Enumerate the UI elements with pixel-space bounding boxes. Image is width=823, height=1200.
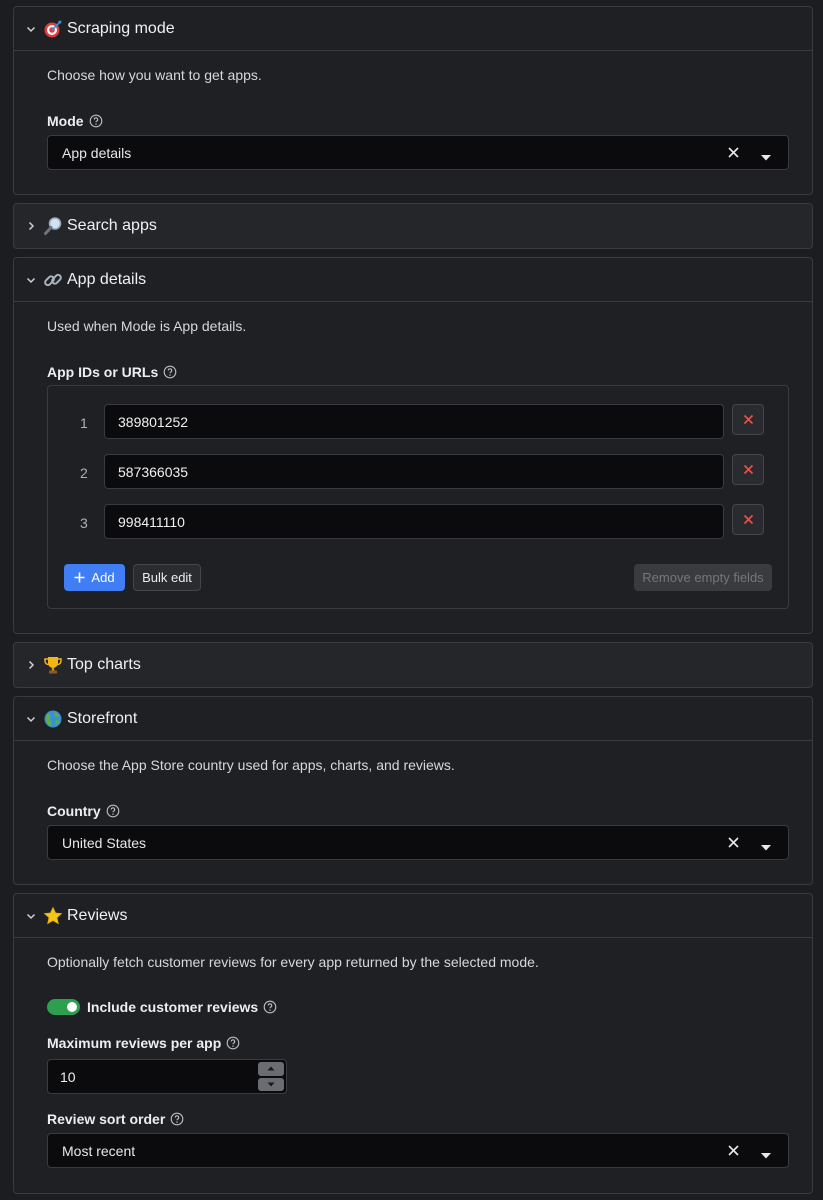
section-header-app-details[interactable]: App details xyxy=(14,258,812,302)
app-id-input[interactable]: 998411110 xyxy=(104,504,724,539)
app-id-input[interactable]: 587366035 xyxy=(104,454,724,489)
chevron-down-icon xyxy=(24,22,38,36)
link-icon xyxy=(42,270,64,290)
chevron-right-icon xyxy=(24,658,38,672)
row-number: 1 xyxy=(80,415,88,431)
chevron-down-icon xyxy=(24,712,38,726)
sort-order-label-text: Review sort order xyxy=(47,1111,166,1127)
chevron-down-icon xyxy=(24,909,38,923)
chevron-down-icon xyxy=(24,273,38,287)
max-reviews-input[interactable]: 10 xyxy=(47,1059,287,1094)
section-header-scraping-mode[interactable]: Scraping mode xyxy=(14,7,812,51)
section-top-charts: Top charts xyxy=(13,642,813,688)
caret-down-icon[interactable] xyxy=(760,839,772,851)
help-icon[interactable] xyxy=(226,1036,240,1050)
chevron-right-icon xyxy=(24,219,38,233)
section-title: App details xyxy=(67,270,147,288)
app-id-value: 587366035 xyxy=(118,463,189,480)
trophy-icon xyxy=(42,655,64,675)
max-reviews-label: Maximum reviews per app xyxy=(47,1035,240,1051)
section-reviews: Reviews Optionally fetch customer review… xyxy=(13,893,813,1194)
app-id-value: 389801252 xyxy=(118,413,189,430)
section-storefront: Storefront Choose the App Store country … xyxy=(13,696,813,885)
section-header-reviews[interactable]: Reviews xyxy=(14,894,812,938)
country-label-text: Country xyxy=(47,803,101,819)
app-id-value: 998411110 xyxy=(118,513,185,530)
mode-label: Mode xyxy=(47,113,103,129)
mode-select-value: App details xyxy=(62,144,132,161)
help-icon[interactable] xyxy=(170,1112,184,1126)
caret-down-icon xyxy=(267,1082,275,1087)
help-icon[interactable] xyxy=(89,114,103,128)
help-icon[interactable] xyxy=(163,365,177,379)
section-app-details: App details Used when Mode is App detail… xyxy=(13,257,813,634)
sort-order-label: Review sort order xyxy=(47,1111,184,1127)
row-number: 3 xyxy=(80,515,88,531)
country-label: Country xyxy=(47,803,120,819)
globe-icon xyxy=(42,709,64,729)
section-title: Storefront xyxy=(67,709,138,727)
section-search-apps: Search apps xyxy=(13,203,813,249)
help-icon[interactable] xyxy=(106,804,120,818)
close-icon xyxy=(743,464,753,475)
section-description: Optionally fetch customer reviews for ev… xyxy=(47,954,539,970)
include-reviews-label: Include customer reviews xyxy=(87,999,277,1015)
section-description: Used when Mode is App details. xyxy=(47,318,247,334)
app-ids-label-text: App IDs or URLs xyxy=(47,364,159,380)
row-number: 2 xyxy=(80,465,88,481)
increment-button[interactable] xyxy=(258,1062,284,1076)
star-icon xyxy=(42,906,64,926)
sort-order-select[interactable]: Most recent xyxy=(47,1133,789,1168)
help-icon[interactable] xyxy=(263,1000,277,1014)
bulk-edit-label: Bulk edit xyxy=(142,570,192,585)
add-button[interactable]: Add xyxy=(64,564,125,591)
section-title: Top charts xyxy=(67,656,141,673)
mode-select[interactable]: App details xyxy=(47,135,789,170)
mode-label-text: Mode xyxy=(47,113,84,129)
decrement-button[interactable] xyxy=(258,1077,284,1091)
include-reviews-label-text: Include customer reviews xyxy=(87,999,259,1015)
clear-icon[interactable] xyxy=(727,836,740,849)
country-select[interactable]: United States xyxy=(47,825,789,860)
caret-down-icon[interactable] xyxy=(760,1147,772,1159)
section-scraping-mode: Scraping mode Choose how you want to get… xyxy=(13,6,813,195)
add-button-label: Add xyxy=(91,570,115,585)
section-title: Reviews xyxy=(67,906,128,924)
delete-row-button[interactable] xyxy=(732,454,764,485)
close-icon xyxy=(743,514,753,525)
max-reviews-label-text: Maximum reviews per app xyxy=(47,1035,222,1051)
section-description: Choose how you want to get apps. xyxy=(47,67,262,83)
clear-icon[interactable] xyxy=(727,1144,740,1157)
max-reviews-value: 10 xyxy=(60,1068,76,1085)
section-header-storefront[interactable]: Storefront xyxy=(14,697,812,741)
clear-icon[interactable] xyxy=(727,146,740,159)
close-icon xyxy=(743,414,753,425)
magnifier-icon xyxy=(42,216,64,236)
country-select-value: United States xyxy=(62,834,147,851)
section-header-search-apps[interactable]: Search apps xyxy=(14,204,812,248)
sort-order-value: Most recent xyxy=(62,1142,136,1159)
section-header-top-charts[interactable]: Top charts xyxy=(14,643,812,687)
bulk-edit-button[interactable]: Bulk edit xyxy=(133,564,201,591)
include-reviews-toggle[interactable] xyxy=(47,999,80,1015)
section-title: Scraping mode xyxy=(67,19,175,37)
delete-row-button[interactable] xyxy=(732,504,764,535)
delete-row-button[interactable] xyxy=(732,404,764,435)
app-ids-label: App IDs or URLs xyxy=(47,364,177,380)
caret-down-icon[interactable] xyxy=(760,149,772,161)
app-id-input[interactable]: 389801252 xyxy=(104,404,724,439)
caret-up-icon xyxy=(267,1066,275,1071)
remove-empty-label: Remove empty fields xyxy=(642,570,764,585)
app-ids-list: 1 389801252 2 587366035 3 998411110 Add … xyxy=(47,385,789,609)
plus-icon xyxy=(74,572,85,583)
section-description: Choose the App Store country used for ap… xyxy=(47,757,455,773)
quantity-stepper xyxy=(258,1062,284,1091)
target-icon xyxy=(42,19,64,39)
section-title: Search apps xyxy=(67,217,157,234)
remove-empty-fields-button[interactable]: Remove empty fields xyxy=(634,564,772,591)
